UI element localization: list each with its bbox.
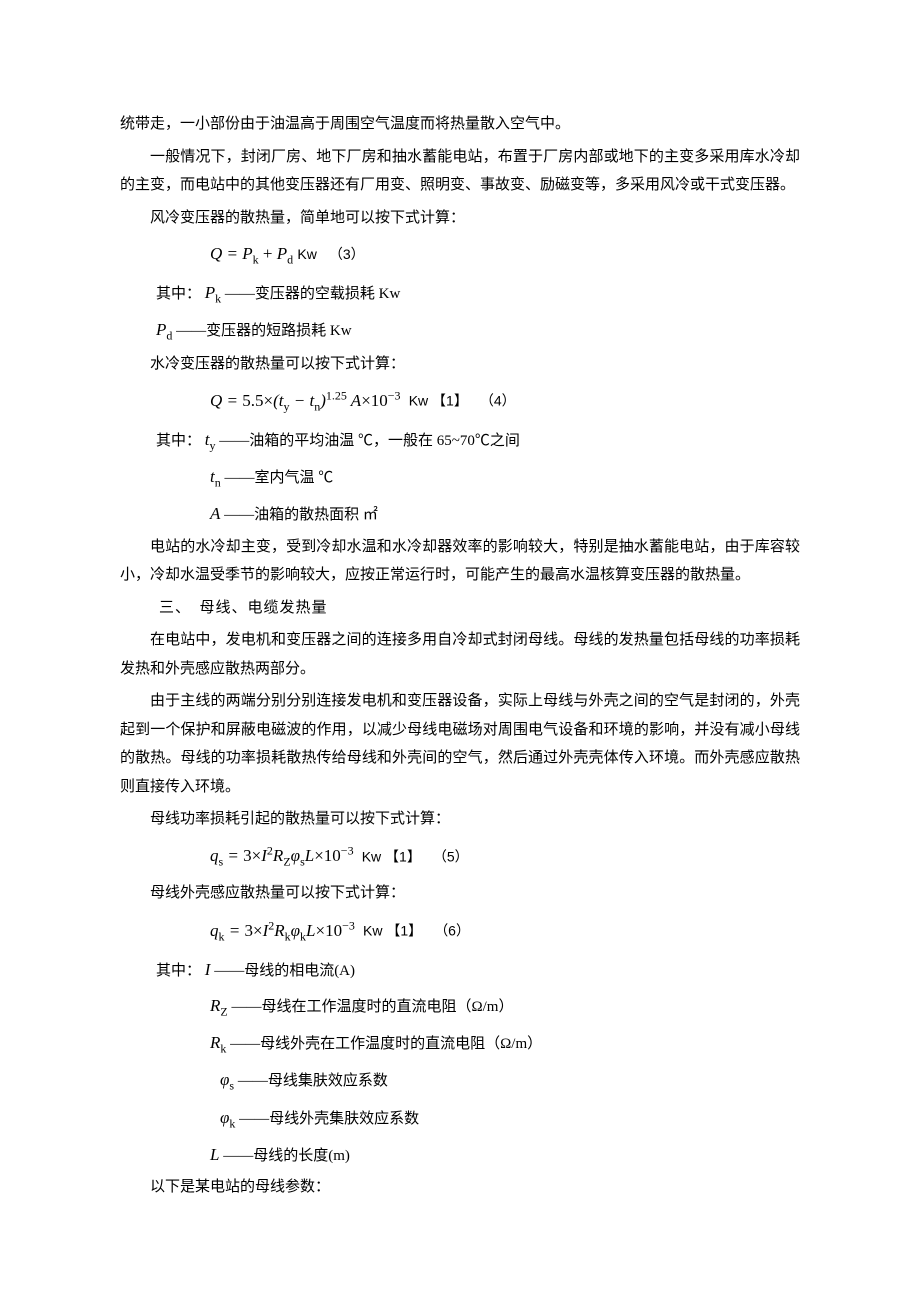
var-I: I — [205, 960, 211, 979]
equation-body: qs = 3×I2RZφsL×10−3 — [210, 846, 354, 865]
equation-3: Q = Pk + Pd Kw （3） — [120, 238, 800, 271]
var-phis: φs — [220, 1070, 234, 1089]
where-label: 其中： — [156, 433, 201, 449]
var-tn: tn — [210, 467, 221, 486]
def-tn-text: ——室内气温 ℃ — [224, 470, 333, 486]
equation-unit: Kw — [297, 246, 316, 262]
var-Rk: Rk — [210, 1033, 226, 1052]
equation-number: （5） — [425, 848, 469, 864]
definition-tn: tn ——室内气温 ℃ — [120, 461, 800, 494]
equation-unit: Kw 【1】 — [405, 393, 468, 409]
equation-4: Q = 5.5×(ty − tn)1.25 A×10−3 Kw 【1】 （4） — [120, 384, 800, 418]
paragraph: 母线功率损耗引起的散热量可以按下式计算： — [120, 805, 800, 834]
paragraph: 在电站中，发电机和变压器之间的连接多用自冷却式封闭母线。母线的发热量包括母线的功… — [120, 626, 800, 683]
section-title-3: 三、 母线、电缆发热量 — [120, 594, 800, 623]
var-pk: Pk — [205, 283, 221, 302]
definition-L: L ——母线的长度(m) — [120, 1139, 800, 1171]
equation-body: qk = 3×I2RkφkL×10−3 — [210, 921, 355, 940]
var-ty: ty — [205, 430, 216, 449]
def-phik-text: ——母线外壳集肤效应系数 — [239, 1111, 419, 1127]
equation-6: qk = 3×I2RkφkL×10−3 Kw 【1】 （6） — [120, 914, 800, 948]
paragraph: 一般情况下，封闭厂房、地下厂房和抽水蓄能电站，布置于厂房内部或地下的主变多采用库… — [120, 143, 800, 200]
var-pd: Pd — [156, 320, 172, 339]
definition-A: A ——油箱的散热面积 ㎡ — [120, 498, 800, 530]
var-Rz: RZ — [210, 996, 228, 1015]
where-label: 其中： — [156, 286, 201, 302]
definition-Rk: Rk ——母线外壳在工作温度时的直流电阻（Ω/m） — [120, 1027, 800, 1060]
def-phis-text: ——母线集肤效应系数 — [238, 1073, 388, 1089]
def-pk-text: ——变压器的空载损耗 Kw — [225, 286, 400, 302]
def-L-text: ——母线的长度(m) — [223, 1148, 350, 1164]
def-Rk-text: ——母线外壳在工作温度时的直流电阻（Ω/m） — [230, 1036, 542, 1052]
paragraph: 母线外壳感应散热量可以按下式计算： — [120, 879, 800, 908]
paragraph-continuation: 统带走，一小部份由于油温高于周围空气温度而将热量散入空气中。 — [120, 110, 800, 139]
def-Rz-text: ——母线在工作温度时的直流电阻（Ω/m） — [231, 999, 513, 1015]
def-pd-text: ——变压器的短路损耗 Kw — [176, 323, 351, 339]
def-ty-text: ——油箱的平均油温 ℃，一般在 65~70℃之间 — [219, 433, 520, 449]
equation-unit: Kw 【1】 — [358, 848, 421, 864]
paragraph: 以下是某电站的母线参数： — [120, 1173, 800, 1202]
paragraph: 由于主线的两端分别分别连接发电机和变压器设备，实际上母线与外壳之间的空气是封闭的… — [120, 687, 800, 801]
paragraph: 水冷变压器的散热量可以按下式计算： — [120, 350, 800, 379]
definition-phik: φk ——母线外壳集肤效应系数 — [120, 1102, 800, 1135]
def-I-text: ——母线的相电流(A) — [214, 963, 355, 979]
definition-phis: φs ——母线集肤效应系数 — [120, 1064, 800, 1097]
equation-body: Q = Pk + Pd — [210, 244, 293, 263]
paragraph: 电站的水冷却主变，受到冷却水温和水冷却器效率的影响较大，特别是抽水蓄能电站，由于… — [120, 533, 800, 590]
definition-Rz: RZ ——母线在工作温度时的直流电阻（Ω/m） — [120, 990, 800, 1023]
def-A-text: ——油箱的散热面积 ㎡ — [224, 507, 378, 523]
definition-I: 其中： I ——母线的相电流(A) — [120, 954, 800, 986]
equation-number: （4） — [472, 393, 516, 409]
var-L: L — [210, 1145, 219, 1164]
var-A: A — [210, 504, 220, 523]
definition-pk: 其中： Pk ——变压器的空载损耗 Kw — [120, 277, 800, 310]
equation-unit: Kw 【1】 — [359, 923, 422, 939]
equation-5: qs = 3×I2RZφsL×10−3 Kw 【1】 （5） — [120, 840, 800, 874]
paragraph: 风冷变压器的散热量，简单地可以按下式计算： — [120, 204, 800, 233]
definition-pd: Pd ——变压器的短路损耗 Kw — [120, 314, 800, 347]
definition-ty: 其中： ty ——油箱的平均油温 ℃，一般在 65~70℃之间 — [120, 424, 800, 457]
equation-number: （6） — [426, 923, 470, 939]
where-label: 其中： — [156, 963, 201, 979]
equation-number: （3） — [321, 246, 365, 262]
equation-body: Q = 5.5×(ty − tn)1.25 A×10−3 — [210, 391, 401, 410]
var-phik: φk — [220, 1108, 235, 1127]
